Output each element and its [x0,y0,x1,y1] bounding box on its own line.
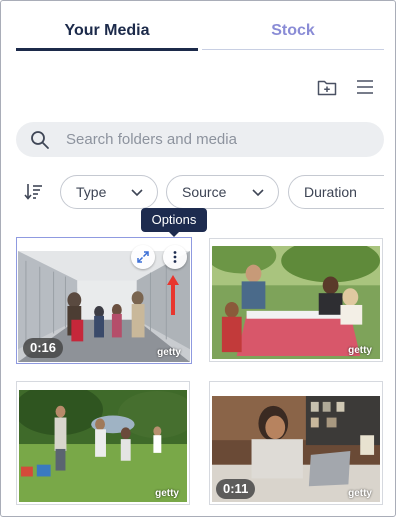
media-thumbnail [19,390,187,502]
sort-descending-icon [24,184,42,200]
folder-plus-icon [317,80,337,96]
hamburger-menu-icon [357,80,373,94]
sort-button[interactable] [23,181,45,203]
expand-icon [137,251,149,263]
chevron-down-icon [131,189,143,197]
search-icon [31,131,49,149]
expand-preview-button[interactable] [131,245,155,269]
media-card-picnic[interactable]: getty [209,238,383,362]
search-input[interactable] [66,122,366,157]
duration-badge: 0:11 [216,479,256,499]
media-card-airport[interactable]: 0:16 getty [16,237,192,364]
getty-watermark: getty [348,345,372,356]
options-tooltip: Options [141,208,207,237]
media-card-park[interactable]: getty [16,381,190,505]
media-thumbnail [212,246,380,359]
search-bar [16,122,384,157]
filter-type-dropdown[interactable]: Type [60,175,158,209]
filter-source-dropdown[interactable]: Source [166,175,279,209]
duration-badge: 0:16 [23,338,64,358]
view-menu-button[interactable] [352,74,378,100]
tab-stock[interactable]: Stock [202,15,384,51]
filter-type-label: Type [76,184,107,200]
new-folder-button[interactable] [314,74,340,100]
filter-duration-dropdown[interactable]: Duration [288,175,395,209]
filter-source-label: Source [182,184,227,200]
getty-watermark: getty [157,347,181,358]
filter-scroll-edge [384,171,395,213]
media-options-button[interactable] [163,245,187,269]
media-card-laptop[interactable]: 0:11 getty [209,381,383,505]
media-tabs: Your Media Stock [16,15,384,51]
chevron-down-icon [252,189,264,197]
filter-duration-label: Duration [304,184,357,200]
getty-watermark: getty [155,488,179,499]
media-panel: Your Media Stock Search folders and medi… [0,0,396,517]
getty-watermark: getty [348,488,372,499]
tab-your-media[interactable]: Your Media [16,15,198,51]
more-vertical-icon [173,251,177,263]
annotation-arrow-up-icon [167,275,179,315]
